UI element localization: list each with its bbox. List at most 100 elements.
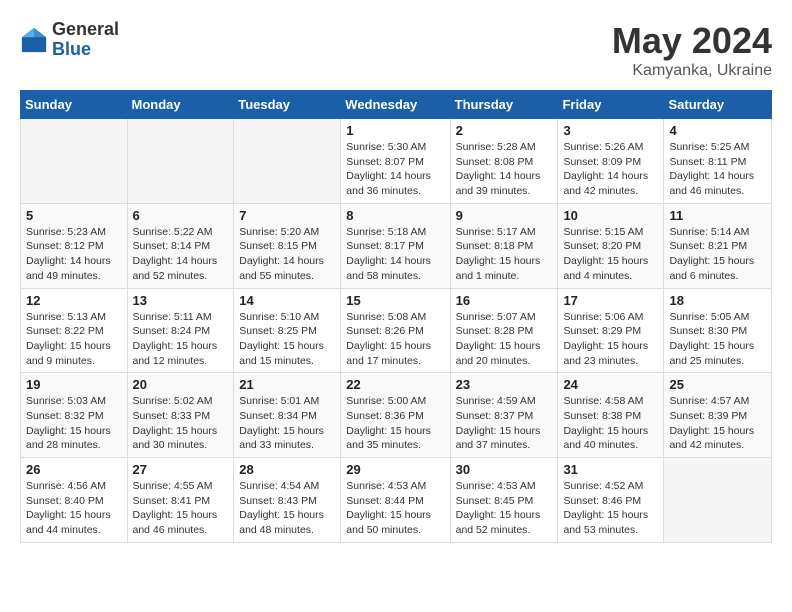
calendar-cell: 27Sunrise: 4:55 AMSunset: 8:41 PMDayligh… bbox=[127, 458, 234, 543]
day-info: Sunrise: 5:05 AMSunset: 8:30 PMDaylight:… bbox=[669, 310, 766, 369]
day-number: 10 bbox=[563, 208, 658, 223]
day-info: Sunrise: 5:07 AMSunset: 8:28 PMDaylight:… bbox=[456, 310, 553, 369]
page-header: General Blue May 2024 Kamyanka, Ukraine bbox=[20, 20, 772, 80]
calendar-cell: 3 Sunrise: 5:26 AMSunset: 8:09 PMDaylight… bbox=[558, 119, 664, 204]
day-info: Sunrise: 4:53 AMSunset: 8:44 PMDaylight:… bbox=[346, 479, 444, 538]
day-info: Sunrise: 4:56 AMSunset: 8:40 PMDaylight:… bbox=[26, 479, 122, 538]
day-number: 28 bbox=[239, 462, 335, 477]
day-number: 31 bbox=[563, 462, 658, 477]
location-title: Kamyanka, Ukraine bbox=[612, 62, 772, 80]
calendar-cell: 31 Sunrise: 4:52 AMSunset: 8:46 PMDayligh… bbox=[558, 458, 664, 543]
day-info: Sunrise: 4:58 AMSunset: 8:38 PMDaylight:… bbox=[563, 394, 658, 453]
calendar-week-row: 1 Sunrise: 5:30 AMSunset: 8:07 PMDaylight… bbox=[21, 119, 772, 204]
day-info: Sunrise: 5:13 AMSunset: 8:22 PMDaylight:… bbox=[26, 310, 122, 369]
calendar-cell bbox=[234, 119, 341, 204]
day-number: 25 bbox=[669, 377, 766, 392]
calendar-week-row: 5Sunrise: 5:23 AMSunset: 8:12 PMDaylight… bbox=[21, 203, 772, 288]
day-info: Sunrise: 4:54 AMSunset: 8:43 PMDaylight:… bbox=[239, 479, 335, 538]
day-info: Sunrise: 5:15 AMSunset: 8:20 PMDaylight:… bbox=[563, 225, 658, 284]
weekday-header-friday: Friday bbox=[558, 91, 664, 119]
calendar-cell: 23Sunrise: 4:59 AMSunset: 8:37 PMDayligh… bbox=[450, 373, 558, 458]
calendar-cell: 28 Sunrise: 4:54 AMSunset: 8:43 PMDayligh… bbox=[234, 458, 341, 543]
day-info: Sunrise: 5:00 AMSunset: 8:36 PMDaylight:… bbox=[346, 394, 444, 453]
calendar-cell: 14 Sunrise: 5:10 AMSunset: 8:25 PMDayligh… bbox=[234, 288, 341, 373]
day-number: 2 bbox=[456, 123, 553, 138]
calendar-cell: 5Sunrise: 5:23 AMSunset: 8:12 PMDaylight… bbox=[21, 203, 128, 288]
title-block: May 2024 Kamyanka, Ukraine bbox=[612, 20, 772, 80]
calendar-cell: 18Sunrise: 5:05 AMSunset: 8:30 PMDayligh… bbox=[664, 288, 772, 373]
calendar-week-row: 12 Sunrise: 5:13 AMSunset: 8:22 PMDayligh… bbox=[21, 288, 772, 373]
day-number: 3 bbox=[563, 123, 658, 138]
calendar-cell: 20Sunrise: 5:02 AMSunset: 8:33 PMDayligh… bbox=[127, 373, 234, 458]
calendar-cell: 17Sunrise: 5:06 AMSunset: 8:29 PMDayligh… bbox=[558, 288, 664, 373]
calendar-table: SundayMondayTuesdayWednesdayThursdayFrid… bbox=[20, 90, 772, 543]
calendar-cell: 1 Sunrise: 5:30 AMSunset: 8:07 PMDaylight… bbox=[341, 119, 450, 204]
day-info: Sunrise: 4:59 AMSunset: 8:37 PMDaylight:… bbox=[456, 394, 553, 453]
month-title: May 2024 bbox=[612, 20, 772, 62]
weekday-header-monday: Monday bbox=[127, 91, 234, 119]
day-info: Sunrise: 4:57 AMSunset: 8:39 PMDaylight:… bbox=[669, 394, 766, 453]
day-number: 30 bbox=[456, 462, 553, 477]
day-number: 8 bbox=[346, 208, 444, 223]
calendar-cell bbox=[127, 119, 234, 204]
day-info: Sunrise: 5:01 AMSunset: 8:34 PMDaylight:… bbox=[239, 394, 335, 453]
calendar-cell: 25 Sunrise: 4:57 AMSunset: 8:39 PMDayligh… bbox=[664, 373, 772, 458]
weekday-header-tuesday: Tuesday bbox=[234, 91, 341, 119]
day-info: Sunrise: 5:11 AMSunset: 8:24 PMDaylight:… bbox=[133, 310, 229, 369]
calendar-cell: 9 Sunrise: 5:17 AMSunset: 8:18 PMDaylight… bbox=[450, 203, 558, 288]
logo-text: General Blue bbox=[52, 20, 119, 60]
calendar-cell: 19Sunrise: 5:03 AMSunset: 8:32 PMDayligh… bbox=[21, 373, 128, 458]
weekday-header-row: SundayMondayTuesdayWednesdayThursdayFrid… bbox=[21, 91, 772, 119]
logo-blue: Blue bbox=[52, 40, 119, 60]
calendar-cell: 30Sunrise: 4:53 AMSunset: 8:45 PMDayligh… bbox=[450, 458, 558, 543]
calendar-cell: 12 Sunrise: 5:13 AMSunset: 8:22 PMDayligh… bbox=[21, 288, 128, 373]
day-number: 27 bbox=[133, 462, 229, 477]
logo: General Blue bbox=[20, 20, 119, 60]
day-info: Sunrise: 5:20 AMSunset: 8:15 PMDaylight:… bbox=[239, 225, 335, 284]
day-number: 12 bbox=[26, 293, 122, 308]
day-number: 21 bbox=[239, 377, 335, 392]
day-number: 14 bbox=[239, 293, 335, 308]
calendar-cell: 16Sunrise: 5:07 AMSunset: 8:28 PMDayligh… bbox=[450, 288, 558, 373]
day-number: 22 bbox=[346, 377, 444, 392]
day-number: 13 bbox=[133, 293, 229, 308]
day-number: 17 bbox=[563, 293, 658, 308]
calendar-cell: 13 Sunrise: 5:11 AMSunset: 8:24 PMDayligh… bbox=[127, 288, 234, 373]
day-info: Sunrise: 5:17 AMSunset: 8:18 PMDaylight:… bbox=[456, 225, 553, 284]
weekday-header-saturday: Saturday bbox=[664, 91, 772, 119]
day-info: Sunrise: 5:28 AMSunset: 8:08 PMDaylight:… bbox=[456, 140, 553, 199]
calendar-cell bbox=[664, 458, 772, 543]
logo-general: General bbox=[52, 20, 119, 40]
day-number: 11 bbox=[669, 208, 766, 223]
calendar-cell bbox=[21, 119, 128, 204]
calendar-cell: 15Sunrise: 5:08 AMSunset: 8:26 PMDayligh… bbox=[341, 288, 450, 373]
day-number: 7 bbox=[239, 208, 335, 223]
day-info: Sunrise: 5:30 AMSunset: 8:07 PMDaylight:… bbox=[346, 140, 444, 199]
day-number: 1 bbox=[346, 123, 444, 138]
calendar-cell: 21 Sunrise: 5:01 AMSunset: 8:34 PMDayligh… bbox=[234, 373, 341, 458]
day-info: Sunrise: 5:14 AMSunset: 8:21 PMDaylight:… bbox=[669, 225, 766, 284]
day-info: Sunrise: 5:10 AMSunset: 8:25 PMDaylight:… bbox=[239, 310, 335, 369]
day-info: Sunrise: 5:03 AMSunset: 8:32 PMDaylight:… bbox=[26, 394, 122, 453]
day-number: 24 bbox=[563, 377, 658, 392]
calendar-week-row: 26 Sunrise: 4:56 AMSunset: 8:40 PMDayligh… bbox=[21, 458, 772, 543]
day-number: 9 bbox=[456, 208, 553, 223]
day-info: Sunrise: 5:23 AMSunset: 8:12 PMDaylight:… bbox=[26, 225, 122, 284]
day-info: Sunrise: 5:22 AMSunset: 8:14 PMDaylight:… bbox=[133, 225, 229, 284]
day-info: Sunrise: 5:08 AMSunset: 8:26 PMDaylight:… bbox=[346, 310, 444, 369]
day-info: Sunrise: 5:26 AMSunset: 8:09 PMDaylight:… bbox=[563, 140, 658, 199]
day-info: Sunrise: 5:02 AMSunset: 8:33 PMDaylight:… bbox=[133, 394, 229, 453]
day-info: Sunrise: 5:25 AMSunset: 8:11 PMDaylight:… bbox=[669, 140, 766, 199]
calendar-cell: 7 Sunrise: 5:20 AMSunset: 8:15 PMDaylight… bbox=[234, 203, 341, 288]
calendar-week-row: 19Sunrise: 5:03 AMSunset: 8:32 PMDayligh… bbox=[21, 373, 772, 458]
day-number: 26 bbox=[26, 462, 122, 477]
calendar-cell: 8Sunrise: 5:18 AMSunset: 8:17 PMDaylight… bbox=[341, 203, 450, 288]
weekday-header-sunday: Sunday bbox=[21, 91, 128, 119]
calendar-cell: 6Sunrise: 5:22 AMSunset: 8:14 PMDaylight… bbox=[127, 203, 234, 288]
calendar-cell: 4Sunrise: 5:25 AMSunset: 8:11 PMDaylight… bbox=[664, 119, 772, 204]
day-info: Sunrise: 4:52 AMSunset: 8:46 PMDaylight:… bbox=[563, 479, 658, 538]
calendar-cell: 26 Sunrise: 4:56 AMSunset: 8:40 PMDayligh… bbox=[21, 458, 128, 543]
calendar-cell: 24 Sunrise: 4:58 AMSunset: 8:38 PMDayligh… bbox=[558, 373, 664, 458]
calendar-cell: 2 Sunrise: 5:28 AMSunset: 8:08 PMDaylight… bbox=[450, 119, 558, 204]
calendar-cell: 10 Sunrise: 5:15 AMSunset: 8:20 PMDayligh… bbox=[558, 203, 664, 288]
